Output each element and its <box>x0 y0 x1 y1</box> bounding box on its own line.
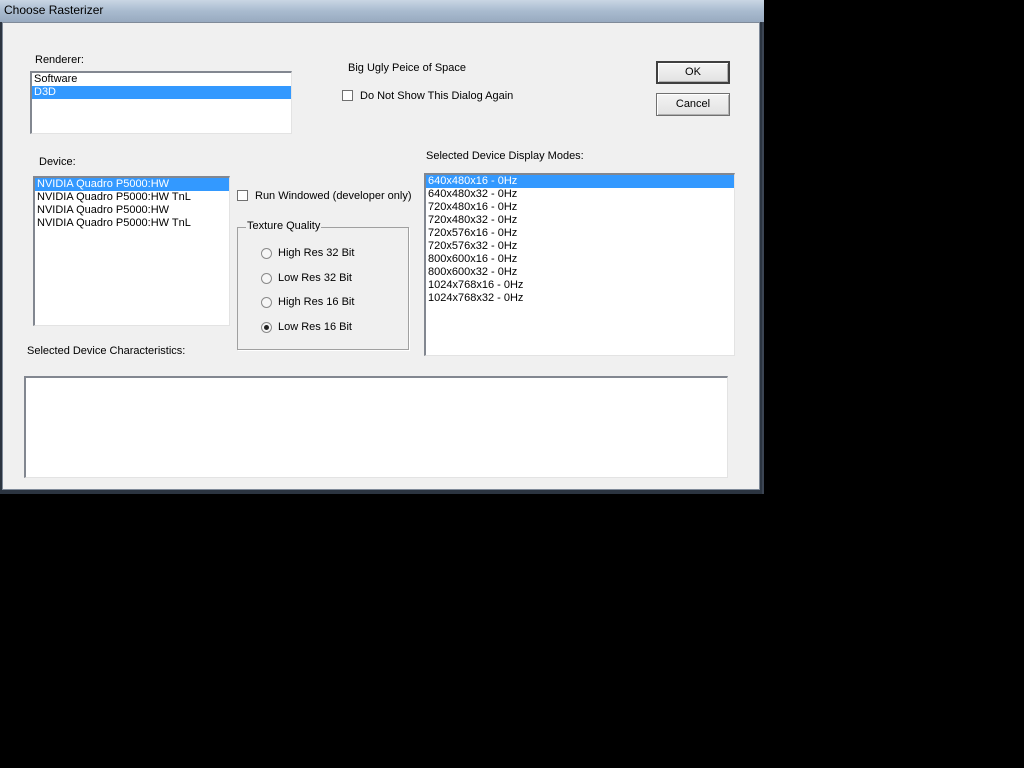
radio-low-res-16[interactable] <box>261 322 272 333</box>
dialog-client-area: Renderer: Software D3D Big Ugly Peice of… <box>2 22 760 490</box>
choose-rasterizer-window: Choose Rasterizer Renderer: Software D3D… <box>0 0 764 494</box>
title-bar[interactable]: Choose Rasterizer <box>0 0 764 22</box>
texture-quality-group: Texture Quality High Res 32 Bit Low Res … <box>237 220 409 350</box>
cancel-button[interactable]: Cancel <box>656 93 730 116</box>
radio-label-low-res-16[interactable]: Low Res 16 Bit <box>278 321 352 333</box>
dont-show-checkbox[interactable] <box>342 90 353 101</box>
renderer-label: Renderer: <box>35 54 84 66</box>
display-mode-item[interactable]: 1024x768x32 - 0Hz <box>426 292 734 305</box>
device-listbox[interactable]: NVIDIA Quadro P5000:HW NVIDIA Quadro P50… <box>33 176 230 326</box>
renderer-listbox[interactable]: Software D3D <box>30 71 292 134</box>
display-mode-item[interactable]: 800x600x32 - 0Hz <box>426 266 734 279</box>
texture-quality-title: Texture Quality <box>246 220 322 232</box>
radio-high-res-16[interactable] <box>261 297 272 308</box>
run-windowed-label[interactable]: Run Windowed (developer only) <box>255 190 412 202</box>
characteristics-textbox[interactable] <box>24 376 728 478</box>
display-mode-item[interactable]: 640x480x16 - 0Hz <box>426 175 734 188</box>
characteristics-label: Selected Device Characteristics: <box>27 345 186 357</box>
renderer-item-software[interactable]: Software <box>32 73 291 86</box>
display-mode-item[interactable]: 1024x768x16 - 0Hz <box>426 279 734 292</box>
radio-label-low-res-32[interactable]: Low Res 32 Bit <box>278 272 352 284</box>
device-label: Device: <box>39 156 76 168</box>
radio-label-high-res-32[interactable]: High Res 32 Bit <box>278 247 354 259</box>
window-title: Choose Rasterizer <box>4 3 104 17</box>
dont-show-label[interactable]: Do Not Show This Dialog Again <box>360 90 513 102</box>
ok-button[interactable]: OK <box>656 61 730 84</box>
run-windowed-checkbox[interactable] <box>237 190 248 201</box>
radio-label-high-res-16[interactable]: High Res 16 Bit <box>278 296 354 308</box>
device-item[interactable]: NVIDIA Quadro P5000:HW <box>35 204 229 217</box>
display-mode-item[interactable]: 720x576x32 - 0Hz <box>426 240 734 253</box>
display-mode-item[interactable]: 800x600x16 - 0Hz <box>426 253 734 266</box>
display-mode-item[interactable]: 720x480x16 - 0Hz <box>426 201 734 214</box>
display-mode-item[interactable]: 720x480x32 - 0Hz <box>426 214 734 227</box>
display-modes-listbox[interactable]: 640x480x16 - 0Hz 640x480x32 - 0Hz 720x48… <box>424 173 735 356</box>
device-item[interactable]: NVIDIA Quadro P5000:HW TnL <box>35 217 229 230</box>
device-item[interactable]: NVIDIA Quadro P5000:HW <box>35 178 229 191</box>
device-item[interactable]: NVIDIA Quadro P5000:HW TnL <box>35 191 229 204</box>
display-mode-item[interactable]: 720x576x16 - 0Hz <box>426 227 734 240</box>
radio-low-res-32[interactable] <box>261 273 272 284</box>
display-modes-label: Selected Device Display Modes: <box>426 150 584 162</box>
renderer-item-d3d[interactable]: D3D <box>32 86 291 99</box>
spacer-text: Big Ugly Peice of Space <box>348 62 467 74</box>
display-mode-item[interactable]: 640x480x32 - 0Hz <box>426 188 734 201</box>
radio-high-res-32[interactable] <box>261 248 272 259</box>
